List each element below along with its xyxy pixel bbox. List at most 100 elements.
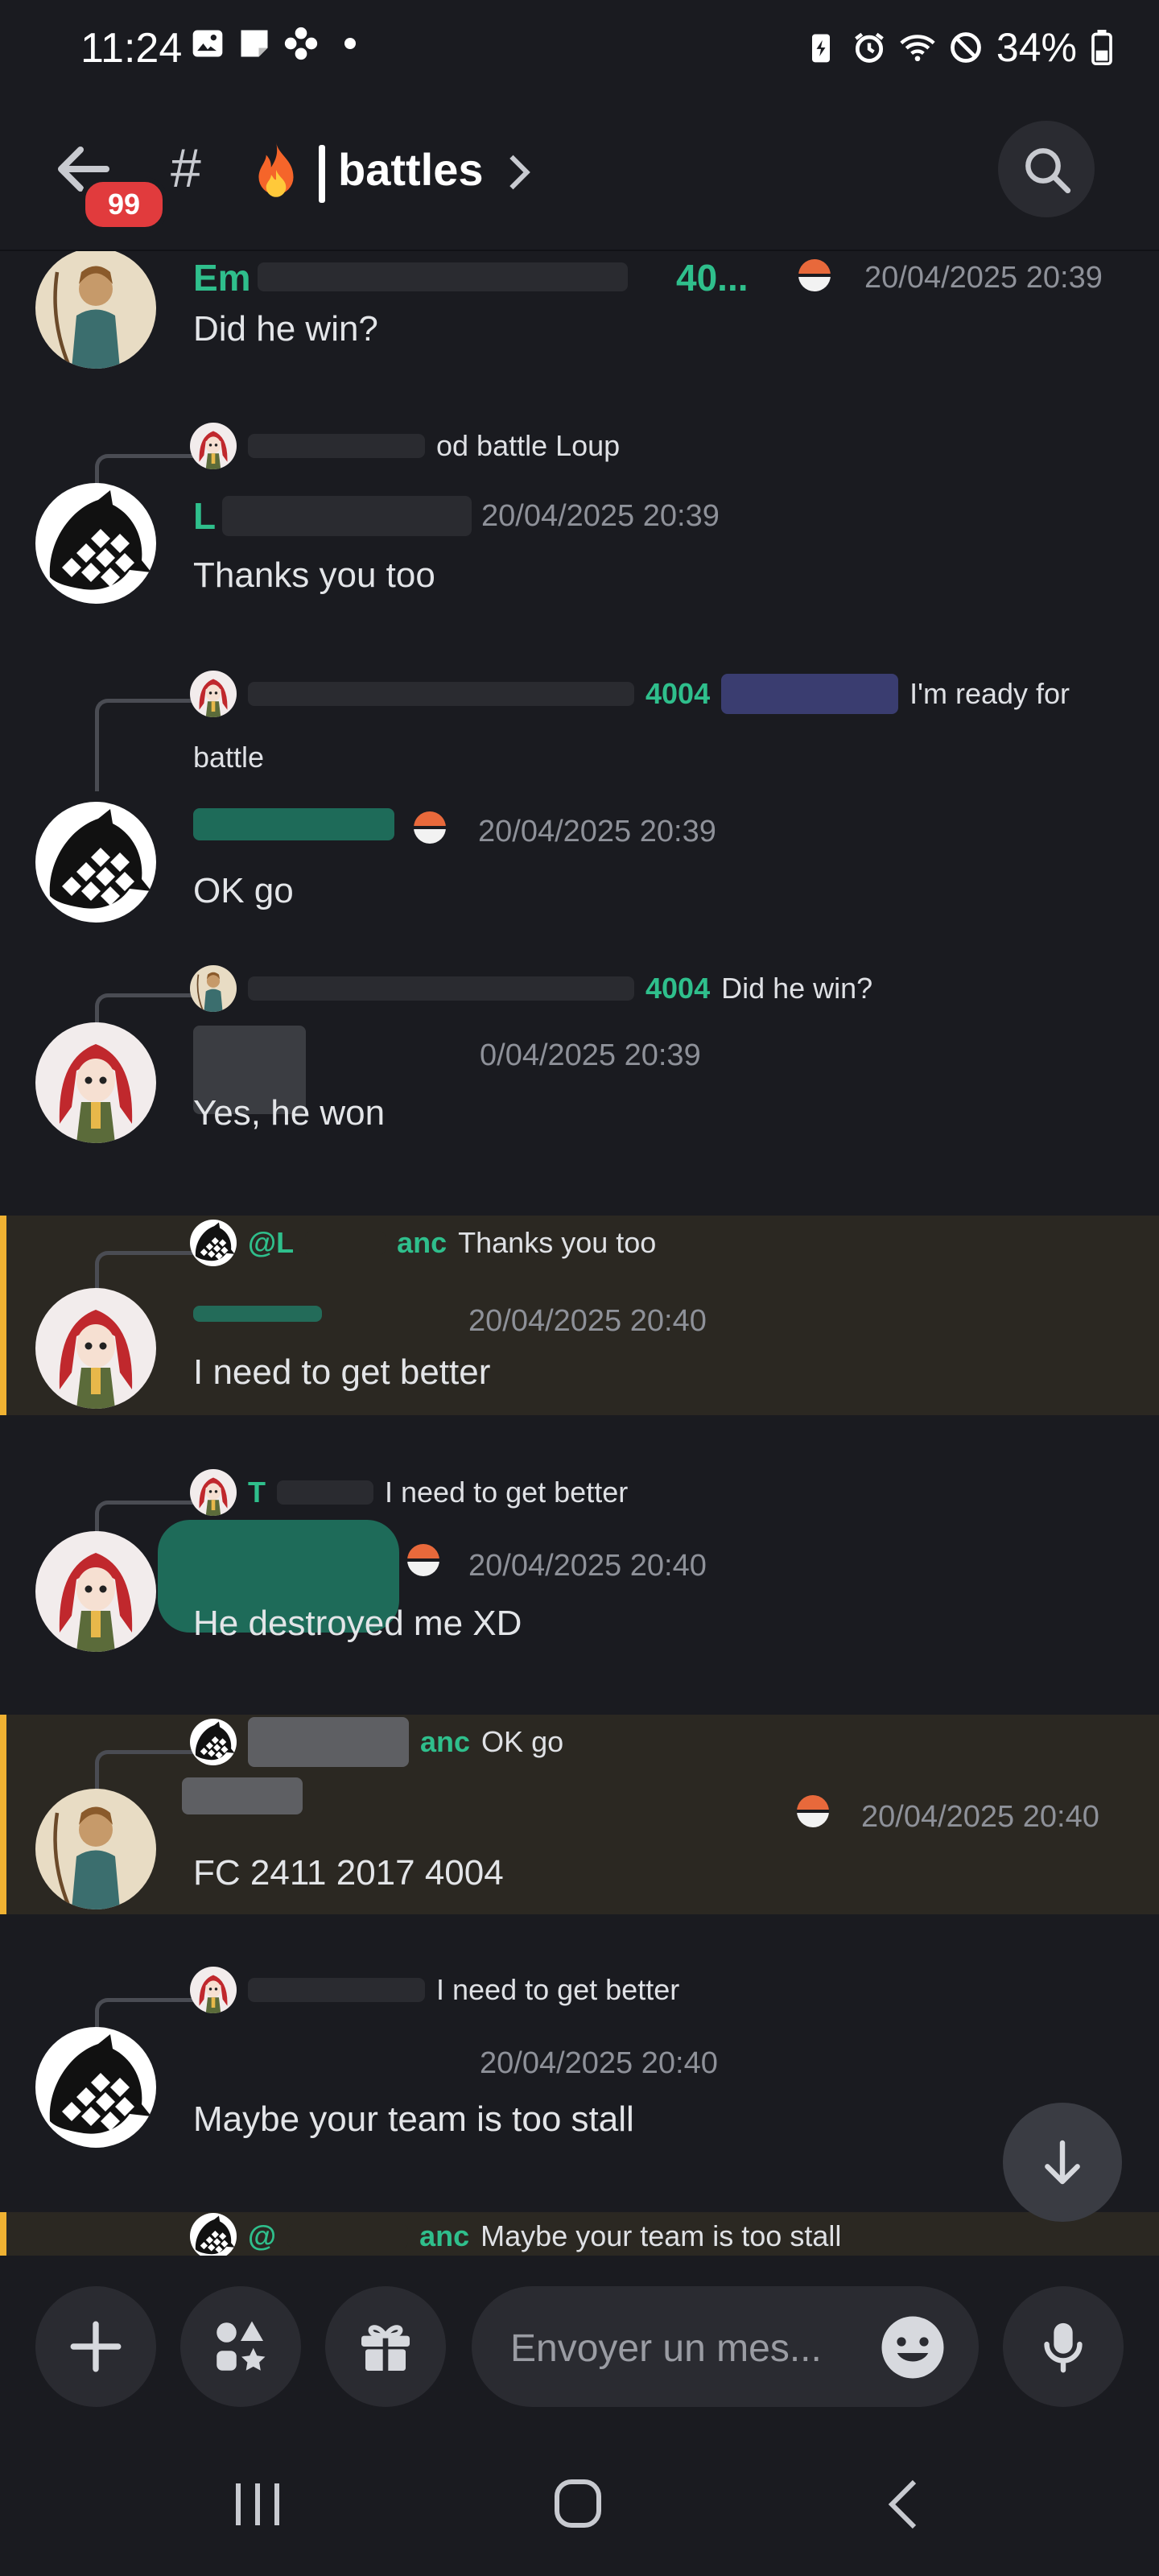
fire-icon [258,142,294,197]
reply-avatar [190,1719,237,1765]
search-icon [1025,148,1071,194]
avatar[interactable] [35,1789,156,1909]
message-item[interactable]: T I need to get better 20/04/2025 20:40 … [0,1465,1159,1674]
redacted-area [248,434,425,458]
message-timestamp: 0/04/2025 20:39 [480,1038,701,1072]
channel-header: 99 # battles [0,105,1159,251]
message-timestamp: 20/04/2025 20:39 [481,499,720,533]
reply-preview[interactable]: anc OK go [190,1717,564,1767]
voice-message-button[interactable] [1003,2286,1124,2407]
flower-icon [284,27,318,60]
reply-username: @ [248,2219,277,2252]
chevron-right-icon[interactable] [507,153,531,192]
reply-username: 4004 [645,677,711,710]
redacted-area [248,1717,409,1767]
status-bar: 11:24 34% [0,0,1159,97]
reply-preview[interactable]: 4004 I'm ready for [190,670,1070,718]
channel-hash-icon: # [171,138,201,199]
gallery-icon [192,30,223,57]
message-item[interactable]: 4004 Did he win? 0/04/2025 20:39 Yes, he… [0,961,1159,1170]
status-time: 11:24 [80,25,183,72]
redacted-area [258,262,628,291]
message-item[interactable]: od battle Loup L 20/04/2025 20:39 Thanks… [0,419,1159,628]
system-navigation-bar [0,2436,1159,2576]
message-composer: Envoyer un mes... [0,2259,1159,2436]
message-item[interactable]: Em 40... 20/04/2025 20:39 Did he win? [0,251,1159,380]
reply-preview[interactable]: @ anc Maybe your team is too stall [190,2212,841,2256]
redacted-area [305,1231,386,1255]
system-icons: 34% [803,24,1114,71]
battery-icon [1091,30,1112,65]
recents-icon[interactable] [225,2476,290,2533]
reply-username: T [248,1476,266,1509]
unread-badge: 99 [80,177,167,232]
reply-avatar [190,671,237,717]
redacted-area [287,2224,409,2248]
reply-preview[interactable]: T I need to get better [190,1468,628,1517]
reply-connector [95,1251,194,1295]
message-content: I need to get better [193,1352,491,1392]
avatar[interactable] [35,1022,156,1143]
battery-saver-icon [811,34,830,63]
reply-text: Did he win? [721,972,873,1005]
reply-preview[interactable]: od battle Loup [190,422,620,470]
avatar[interactable] [35,251,156,369]
message-content: He destroyed me XD [193,1604,522,1643]
reply-connector [95,699,194,791]
reply-username-tail: anc [420,1725,471,1758]
message-timestamp: 20/04/2025 20:40 [861,1800,1099,1834]
redacted-area [721,674,899,714]
reply-preview[interactable]: I need to get better [190,1966,679,2014]
message-item[interactable]: I need to get better 20/04/2025 20:40 Ma… [0,1963,1159,2172]
reply-username-tail: anc [397,1226,448,1259]
search-button[interactable] [998,121,1095,217]
reply-preview[interactable]: 4004 Did he win? [190,964,872,1013]
plus-icon [70,2321,122,2372]
message-author-tail: 40... [676,257,749,299]
message-item-mention[interactable]: @L anc Thanks you too 20/04/2025 20:40 I… [0,1216,1159,1415]
scroll-to-bottom-button[interactable] [1003,2103,1122,2222]
avatar[interactable] [35,1288,156,1409]
reply-text: I need to get better [385,1476,629,1509]
redacted-area [248,976,634,1001]
reply-avatar [190,423,237,469]
battery-percent: 34% [996,25,1077,70]
message-author[interactable]: Em [193,256,251,299]
message-content: Maybe your team is too stall [193,2099,634,2139]
message-item-mention[interactable]: @ anc Maybe your team is too stall [0,2212,1159,2256]
pokeball-icon [407,1544,439,1576]
apps-icon [217,2321,266,2371]
avatar[interactable] [35,2027,156,2148]
reply-text: OK go [481,1725,564,1758]
emoji-icon[interactable] [879,2314,947,2381]
reply-text: Maybe your team is too stall [481,2219,842,2252]
reply-username: @L [248,1226,295,1259]
message-author[interactable]: L [193,494,216,538]
message-timestamp: 20/04/2025 20:40 [480,2046,718,2080]
redacted-area [222,496,472,536]
message-item[interactable]: 4004 I'm ready for battle 20/04/2025 20:… [0,667,1159,908]
message-timestamp: 20/04/2025 20:39 [478,815,716,848]
message-item-mention[interactable]: anc OK go 20/04/2025 20:40 FC 2411 2017 … [0,1715,1159,1914]
nav-back-icon[interactable] [872,2476,937,2533]
pokeball-icon [414,811,446,844]
channel-name[interactable]: battles [338,143,484,196]
avatar[interactable] [35,802,156,923]
notification-icons [190,26,356,61]
home-icon[interactable] [546,2476,610,2533]
redacted-area [248,1978,425,2002]
add-attachment-button[interactable] [35,2286,156,2407]
avatar[interactable] [35,483,156,604]
gift-button[interactable] [325,2286,446,2407]
reply-preview[interactable]: @L anc Thanks you too [190,1219,656,1267]
apps-button[interactable] [180,2286,301,2407]
avatar[interactable] [35,1531,156,1652]
reply-text: od battle Loup [436,429,621,462]
notes-icon [241,30,268,57]
message-list[interactable]: Em 40... 20/04/2025 20:39 Did he win? od… [0,251,1159,2256]
pokeball-icon [798,259,831,291]
alarm-icon [855,32,884,63]
message-content: Yes, he won [193,1093,386,1133]
more-notifications-dot [344,38,356,49]
message-input[interactable]: Envoyer un mes... [472,2286,979,2407]
